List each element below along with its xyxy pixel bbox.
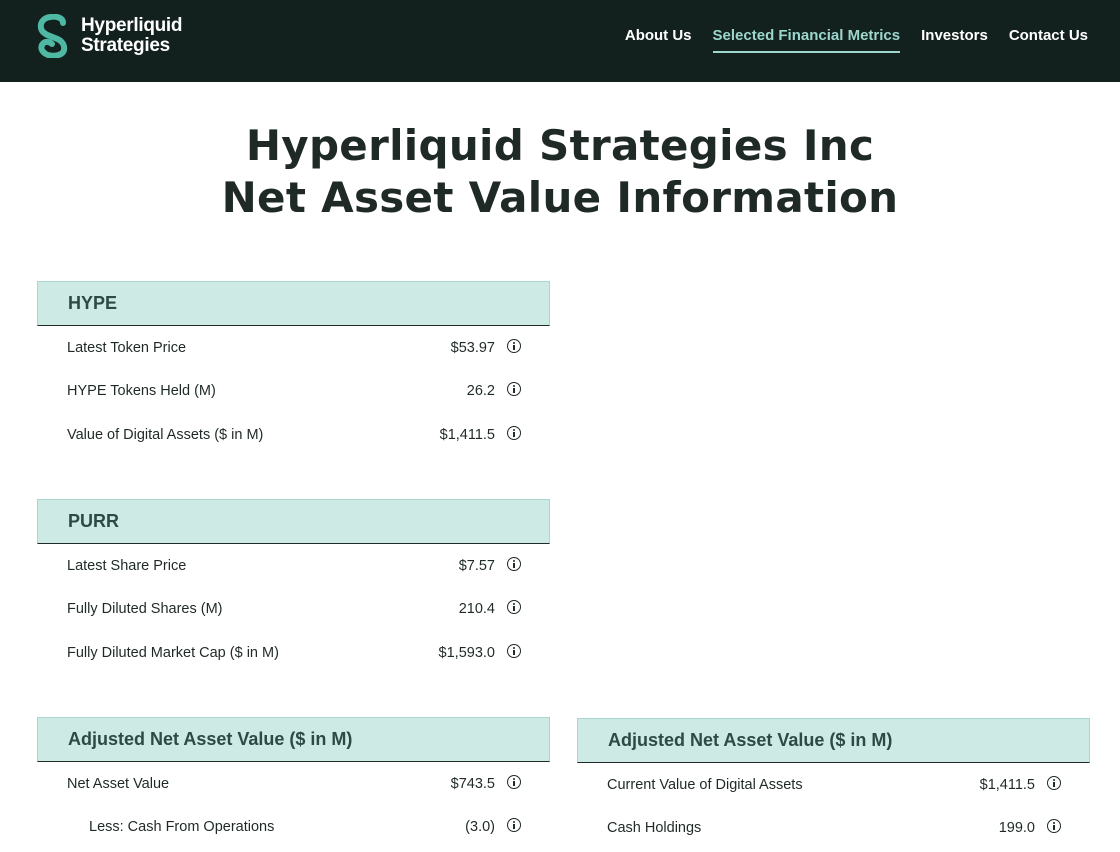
metric-value: 210.4	[458, 601, 495, 618]
info-icon[interactable]	[507, 338, 521, 353]
brand-logo[interactable]: Hyperliquid Strategies	[36, 14, 206, 62]
hyperliquid-s-logo-icon	[37, 14, 68, 58]
metric-value: 199.0	[998, 820, 1035, 837]
metric-label: Current Value of Digital Assets	[607, 776, 803, 793]
nav-about-us[interactable]: About Us	[625, 27, 692, 53]
adjusted-nav-left-rows: Net Asset Value $743.5 Less: Cash From O…	[37, 762, 550, 849]
metric-label: Less: Cash From Operations	[89, 819, 275, 836]
top-navbar: Hyperliquid Strategies About Us Selected…	[0, 0, 1120, 82]
info-icon[interactable]	[507, 818, 521, 833]
info-icon[interactable]	[1047, 775, 1061, 790]
metric-label: Cash Holdings	[607, 820, 702, 837]
hype-card: HYPE Latest Token Price $53.97 HYPE Toke…	[37, 281, 550, 457]
metric-row: Fully Diluted Shares (M) 210.4	[37, 588, 550, 632]
adjusted-nav-left-header: Adjusted Net Asset Value ($ in M)	[37, 717, 550, 762]
metric-label: Value of Digital Assets ($ in M)	[67, 426, 264, 443]
metric-label: Latest Token Price	[67, 339, 187, 356]
info-icon[interactable]	[507, 600, 521, 615]
metric-value: $7.57	[458, 557, 495, 574]
metric-label: Fully Diluted Market Cap ($ in M)	[67, 644, 279, 661]
metric-label: Latest Share Price	[67, 557, 187, 574]
metric-row: Fully Diluted Market Cap ($ in M) $1,593…	[37, 631, 550, 675]
hype-card-header: HYPE	[37, 281, 550, 326]
brand-line-2: Strategies	[81, 35, 170, 56]
adjusted-nav-card-left: Adjusted Net Asset Value ($ in M) Net As…	[37, 717, 550, 849]
page-title-line-2: Net Asset Value Information	[221, 173, 899, 222]
adjusted-nav-card-right: Adjusted Net Asset Value ($ in M) Curren…	[577, 718, 1090, 850]
metric-label: Net Asset Value	[67, 775, 170, 792]
adjusted-nav-right-header: Adjusted Net Asset Value ($ in M)	[577, 718, 1090, 763]
metric-row: Less: Cash From Operations (3.0)	[37, 806, 550, 850]
metric-value: $1,593.0	[438, 644, 495, 661]
main-nav: About Us Selected Financial Metrics Inve…	[625, 27, 1088, 53]
adjusted-nav-right-rows: Current Value of Digital Assets $1,411.5…	[577, 763, 1090, 850]
metric-label: Fully Diluted Shares (M)	[67, 601, 223, 618]
info-icon[interactable]	[507, 382, 521, 397]
metric-value: 26.2	[466, 383, 495, 400]
metric-value: (3.0)	[465, 819, 495, 836]
page-title: Hyperliquid Strategies Inc Net Asset Val…	[0, 120, 1120, 224]
hype-rows: Latest Token Price $53.97 HYPE Tokens He…	[37, 326, 550, 457]
metric-row: Value of Digital Assets ($ in M) $1,411.…	[37, 413, 550, 457]
metric-label: HYPE Tokens Held (M)	[67, 383, 216, 400]
metric-row: Latest Token Price $53.97	[37, 326, 550, 370]
metric-value: $1,411.5	[979, 776, 1035, 793]
nav-contact-us[interactable]: Contact Us	[1009, 27, 1088, 53]
info-icon[interactable]	[1047, 819, 1061, 834]
info-icon[interactable]	[507, 774, 521, 789]
nav-investors[interactable]: Investors	[921, 27, 988, 53]
purr-card-header: PURR	[37, 499, 550, 544]
brand-wordmark: Hyperliquid Strategies	[81, 15, 183, 56]
purr-card: PURR Latest Share Price $7.57 Fully Dilu…	[37, 499, 550, 675]
metric-row: HYPE Tokens Held (M) 26.2	[37, 370, 550, 414]
metric-row: Current Value of Digital Assets $1,411.5	[577, 763, 1090, 807]
metric-value: $1,411.5	[439, 426, 495, 443]
metric-row: Latest Share Price $7.57	[37, 544, 550, 588]
metric-value: $743.5	[450, 775, 495, 792]
metric-row: Cash Holdings 199.0	[577, 807, 1090, 851]
page-title-line-1: Hyperliquid Strategies Inc	[245, 121, 875, 170]
purr-rows: Latest Share Price $7.57 Fully Diluted S…	[37, 544, 550, 675]
info-icon[interactable]	[507, 556, 521, 571]
metric-value: $53.97	[450, 339, 495, 356]
brand-line-1: Hyperliquid	[81, 15, 183, 36]
info-icon[interactable]	[507, 643, 521, 658]
nav-selected-financial-metrics[interactable]: Selected Financial Metrics	[712, 27, 901, 53]
metric-row: Net Asset Value $743.5	[37, 762, 550, 806]
info-icon[interactable]	[507, 425, 521, 440]
